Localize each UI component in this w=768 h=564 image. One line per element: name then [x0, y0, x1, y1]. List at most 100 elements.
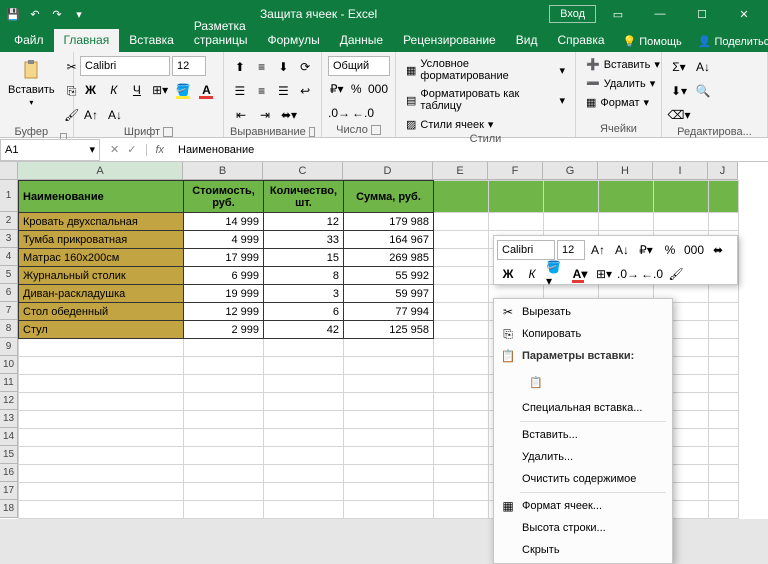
ctx-cut[interactable]: ✂Вырезать: [494, 301, 672, 323]
cell[interactable]: [434, 393, 489, 411]
cell[interactable]: 15: [264, 249, 344, 267]
cancel-formula-icon[interactable]: ✕: [110, 143, 119, 156]
fill-color-button[interactable]: 🪣: [173, 79, 194, 101]
row-header-5[interactable]: 5: [0, 266, 18, 284]
sign-in-button[interactable]: Вход: [549, 5, 596, 23]
cell[interactable]: [19, 501, 184, 519]
cell[interactable]: [709, 501, 739, 519]
cell[interactable]: [344, 447, 434, 465]
cell[interactable]: 17 999: [184, 249, 264, 267]
cell[interactable]: [184, 501, 264, 519]
cell[interactable]: [19, 375, 184, 393]
cell[interactable]: [709, 429, 739, 447]
decrease-font-icon[interactable]: A↓: [104, 104, 126, 126]
cell[interactable]: [709, 375, 739, 393]
percent-icon[interactable]: %: [348, 78, 366, 100]
cell[interactable]: [344, 375, 434, 393]
cell[interactable]: 12: [264, 213, 344, 231]
tab-view[interactable]: Вид: [506, 29, 548, 52]
cell[interactable]: [709, 181, 739, 213]
row-header-10[interactable]: 10: [0, 356, 18, 374]
col-header-F[interactable]: F: [488, 162, 543, 180]
cell[interactable]: [19, 429, 184, 447]
mini-font-name[interactable]: [497, 240, 555, 260]
undo-icon[interactable]: ↶: [26, 5, 44, 23]
maximize-button[interactable]: ☐: [682, 0, 722, 28]
cell[interactable]: 59 997: [344, 285, 434, 303]
cell[interactable]: 12 999: [184, 303, 264, 321]
cell[interactable]: 164 967: [344, 231, 434, 249]
cell[interactable]: [19, 339, 184, 357]
underline-button[interactable]: Ч: [126, 79, 147, 101]
cell[interactable]: [264, 375, 344, 393]
col-header-G[interactable]: G: [543, 162, 598, 180]
cell[interactable]: 14 999: [184, 213, 264, 231]
cell[interactable]: [184, 411, 264, 429]
cell[interactable]: 179 988: [344, 213, 434, 231]
cell[interactable]: [489, 181, 544, 213]
cell[interactable]: [19, 483, 184, 501]
tab-review[interactable]: Рецензирование: [393, 29, 506, 52]
autosum-icon[interactable]: Σ▾: [668, 56, 690, 78]
cell[interactable]: [19, 411, 184, 429]
cell[interactable]: [264, 429, 344, 447]
cell[interactable]: Диван-раскладушка: [19, 285, 184, 303]
wrap-text-icon[interactable]: ↩: [295, 80, 315, 102]
cell[interactable]: [709, 465, 739, 483]
cell[interactable]: [184, 375, 264, 393]
font-size-input[interactable]: [172, 56, 206, 76]
cell[interactable]: [19, 465, 184, 483]
tab-formulas[interactable]: Формулы: [257, 29, 329, 52]
cell[interactable]: Матрас 160х200см: [19, 249, 184, 267]
cell[interactable]: Кровать двухспальная: [19, 213, 184, 231]
minimize-button[interactable]: —: [640, 0, 680, 28]
cell[interactable]: [709, 339, 739, 357]
col-header-D[interactable]: D: [343, 162, 433, 180]
cell[interactable]: [264, 483, 344, 501]
find-icon[interactable]: 🔍: [692, 80, 714, 102]
cell[interactable]: [599, 181, 654, 213]
font-color-button[interactable]: A: [196, 79, 217, 101]
cell[interactable]: [434, 429, 489, 447]
sort-filter-icon[interactable]: A↓: [692, 56, 714, 78]
align-bottom-icon[interactable]: ⬇: [274, 56, 294, 78]
cell[interactable]: [344, 429, 434, 447]
font-name-input[interactable]: [80, 56, 170, 76]
fill-icon[interactable]: ⬇▾: [668, 80, 690, 102]
ctx-clear-contents[interactable]: Очистить содержимое: [494, 468, 672, 490]
row-header-6[interactable]: 6: [0, 284, 18, 302]
align-right-icon[interactable]: ☰: [274, 80, 294, 102]
ctx-insert[interactable]: Вставить...: [494, 424, 672, 446]
ctx-delete[interactable]: Удалить...: [494, 446, 672, 468]
cell[interactable]: 6: [264, 303, 344, 321]
cell[interactable]: [434, 483, 489, 501]
cell[interactable]: [544, 181, 599, 213]
cell[interactable]: [19, 357, 184, 375]
cell[interactable]: [434, 465, 489, 483]
cell[interactable]: [344, 501, 434, 519]
cell[interactable]: Журнальный столик: [19, 267, 184, 285]
cell[interactable]: 3: [264, 285, 344, 303]
mini-bold-button[interactable]: Ж: [497, 263, 519, 285]
increase-indent-icon[interactable]: ⇥: [254, 104, 276, 126]
mini-currency-icon[interactable]: ₽▾: [635, 239, 657, 261]
cell[interactable]: [264, 339, 344, 357]
cell[interactable]: [184, 429, 264, 447]
font-launcher[interactable]: [163, 127, 173, 137]
cell[interactable]: [344, 411, 434, 429]
cell[interactable]: [709, 321, 739, 339]
mini-border-icon[interactable]: ⊞▾: [593, 263, 615, 285]
cell[interactable]: [434, 213, 489, 231]
cell[interactable]: [709, 393, 739, 411]
select-all-corner[interactable]: [0, 162, 18, 180]
col-header-E[interactable]: E: [433, 162, 488, 180]
col-header-J[interactable]: J: [708, 162, 738, 180]
cell[interactable]: [264, 393, 344, 411]
cell[interactable]: Тумба прикроватная: [19, 231, 184, 249]
col-header-H[interactable]: H: [598, 162, 653, 180]
ctx-format-cells[interactable]: ▦Формат ячеек...: [494, 495, 672, 517]
tell-me-button[interactable]: 💡 Помощь: [615, 31, 690, 52]
italic-button[interactable]: К: [103, 79, 124, 101]
cell[interactable]: [264, 447, 344, 465]
row-header-9[interactable]: 9: [0, 338, 18, 356]
